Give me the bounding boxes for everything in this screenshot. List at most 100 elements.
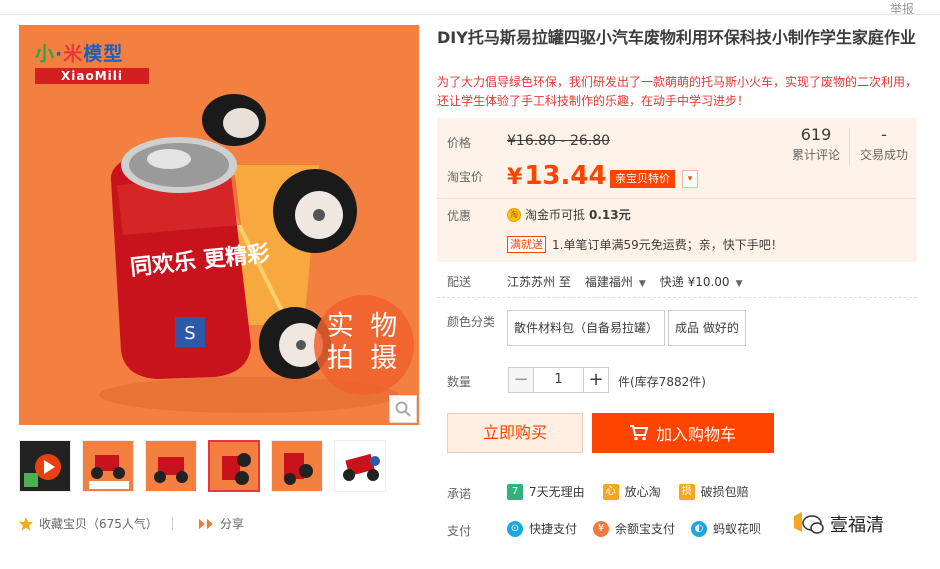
- coin-text: 淘金币可抵: [525, 208, 586, 222]
- promise-label: 承诺: [447, 487, 472, 501]
- sku-option[interactable]: 成品 做好的: [668, 310, 746, 346]
- buy-now-button[interactable]: 立即购买: [447, 413, 583, 453]
- thumbnail[interactable]: [82, 440, 134, 492]
- taobao-price-label: 淘宝价: [447, 170, 484, 184]
- brand-logo: 小·米模型 XiaoMili: [35, 39, 149, 84]
- svg-text:S: S: [184, 323, 195, 344]
- coin-amount: 0.13元: [589, 208, 631, 222]
- divider: [849, 128, 850, 166]
- quick-pay-icon: ⊙: [507, 520, 523, 537]
- payment-text: 蚂蚁花呗: [713, 522, 762, 536]
- favorite-label: 收藏宝贝（675人气）: [39, 517, 158, 531]
- logo-en: XiaoMili: [35, 68, 149, 84]
- product-title: DIY托马斯易拉罐四驱小汽车废物利用环保科技小制作学生家庭作业: [437, 28, 916, 47]
- thumbnail[interactable]: [334, 440, 386, 492]
- current-price: ¥13.44: [507, 161, 607, 191]
- payment-item[interactable]: ⊙ 快捷支付: [507, 520, 577, 537]
- payment-row: ⊙ 快捷支付 ¥ 余额宝支付 ◐ 蚂蚁花呗: [507, 520, 761, 537]
- favorite-button[interactable]: 收藏宝贝（675人气）: [19, 515, 158, 532]
- logo-char: 米: [63, 43, 84, 65]
- payment-label: 支付: [447, 524, 472, 538]
- quantity-minus-button[interactable]: −: [508, 367, 534, 393]
- seven-day-return-icon: 7: [507, 483, 523, 500]
- chevron-down-icon[interactable]: ▾: [682, 170, 698, 188]
- sku-label: 颜色分类: [447, 315, 496, 329]
- thumbnail[interactable]: [271, 440, 323, 492]
- damage-compensation-icon: 损: [678, 483, 695, 500]
- promise-item[interactable]: 损破损包赔: [678, 483, 749, 500]
- discount-label: 优惠: [447, 209, 472, 223]
- original-price: ¥16.80 - 26.80: [507, 133, 611, 149]
- top-divider: [0, 14, 940, 15]
- payment-text: 快捷支付: [529, 522, 578, 536]
- payment-text: 余额宝支付: [615, 522, 676, 536]
- promise-item[interactable]: 7 7天无理由: [507, 483, 585, 500]
- chevron-down-icon: ▼: [638, 279, 646, 289]
- shipping-tag: 满就送: [507, 236, 546, 253]
- deal-stat: - 交易成功: [853, 124, 915, 164]
- stamp-line1: 实 物: [326, 311, 402, 342]
- thumbnail-video[interactable]: [19, 440, 71, 492]
- delivery-to-select[interactable]: 福建福州 ▼: [585, 273, 646, 290]
- wechat-icon: [794, 512, 824, 534]
- quantity-input[interactable]: 1: [534, 367, 583, 393]
- star-icon: [19, 516, 33, 531]
- free-shipping-promo: 满就送 1.单笔订单满59元免运费；亲，快下手吧！: [507, 236, 783, 253]
- delivery-label: 配送: [447, 275, 472, 289]
- promise-text: 7天无理由: [529, 485, 585, 499]
- sku-option[interactable]: 散件材料包（自备易拉罐）: [507, 310, 666, 346]
- share-icon: [199, 518, 213, 529]
- payment-item[interactable]: ¥ 余额宝支付: [593, 520, 675, 537]
- stamp-line2: 拍 摄: [326, 343, 402, 374]
- divider: [172, 517, 173, 530]
- huabei-icon: ◐: [691, 520, 708, 537]
- main-product-image[interactable]: 同欢乐 更精彩 S 小·米模型 XiaoMili 实 物 拍 摄: [19, 25, 419, 425]
- logo-char: ·: [55, 43, 64, 65]
- quantity-label: 数量: [447, 375, 472, 389]
- promise-item[interactable]: 心放心淘: [602, 483, 661, 500]
- reassurance-icon: 心: [602, 483, 619, 500]
- divider: [437, 198, 917, 199]
- stock-text: 件(库存7882件): [618, 375, 706, 389]
- yuebao-icon: ¥: [593, 520, 610, 537]
- watermark-text: 壹福清: [830, 515, 884, 536]
- delivery-from: 江苏苏州 至: [507, 275, 571, 289]
- promise-text: 放心淘: [624, 485, 661, 499]
- share-label: 分享: [220, 517, 245, 531]
- share-button[interactable]: 分享: [198, 515, 244, 532]
- logo-char: 模型: [83, 43, 124, 65]
- zoom-icon[interactable]: [389, 395, 417, 423]
- real-photo-stamp: 实 物 拍 摄: [314, 295, 414, 395]
- promo-tag: 亲宝贝特价: [610, 170, 675, 188]
- current-price-value: 13.44: [524, 161, 607, 191]
- price-panel: 价格 ¥16.80 - 26.80 淘宝价 ¥13.44 亲宝贝特价 ▾ 619…: [437, 118, 917, 262]
- review-count: 619: [800, 125, 832, 144]
- review-stat[interactable]: 619 累计评论: [779, 124, 853, 164]
- chevron-down-icon: ▼: [735, 279, 743, 289]
- promise-row: 7 7天无理由 心放心淘 损破损包赔: [507, 483, 749, 500]
- product-subtitle: 为了大力倡导绿色环保，我们研发出了一款萌萌的托马斯小火车，实现了废物的二次利用，…: [437, 75, 918, 108]
- thumbnail-active[interactable]: [208, 440, 260, 492]
- wechat-watermark: 壹福清: [794, 511, 884, 537]
- cart-icon: [629, 425, 648, 441]
- review-label: 累计评论: [791, 148, 840, 162]
- logo-char: 小: [35, 43, 56, 65]
- currency-symbol: ¥: [507, 165, 523, 190]
- coin-icon: 淘: [507, 207, 521, 222]
- deal-count: -: [881, 125, 887, 144]
- payment-item[interactable]: ◐ 蚂蚁花呗: [691, 520, 761, 537]
- deal-label: 交易成功: [859, 148, 908, 162]
- divider: [437, 297, 917, 298]
- add-to-cart-label: 加入购物车: [655, 425, 736, 444]
- price-label: 价格: [447, 136, 472, 150]
- delivery-method: 快递 ¥10.00: [659, 275, 730, 289]
- delivery-row: 江苏苏州 至 福建福州 ▼ 快递 ¥10.00 ▼: [507, 273, 743, 290]
- delivery-to: 福建福州: [584, 275, 633, 289]
- thumbnail[interactable]: [145, 440, 197, 492]
- coin-discount: 淘 淘金币可抵 0.13元: [507, 206, 631, 223]
- promise-text: 破损包赔: [700, 485, 749, 499]
- shipping-text: 1.单笔订单满59元免运费；亲，快下手吧！: [552, 238, 783, 252]
- add-to-cart-button[interactable]: 加入购物车: [592, 413, 774, 453]
- quantity-plus-button[interactable]: +: [583, 367, 609, 393]
- delivery-method-select[interactable]: 快递 ¥10.00 ▼: [660, 273, 743, 290]
